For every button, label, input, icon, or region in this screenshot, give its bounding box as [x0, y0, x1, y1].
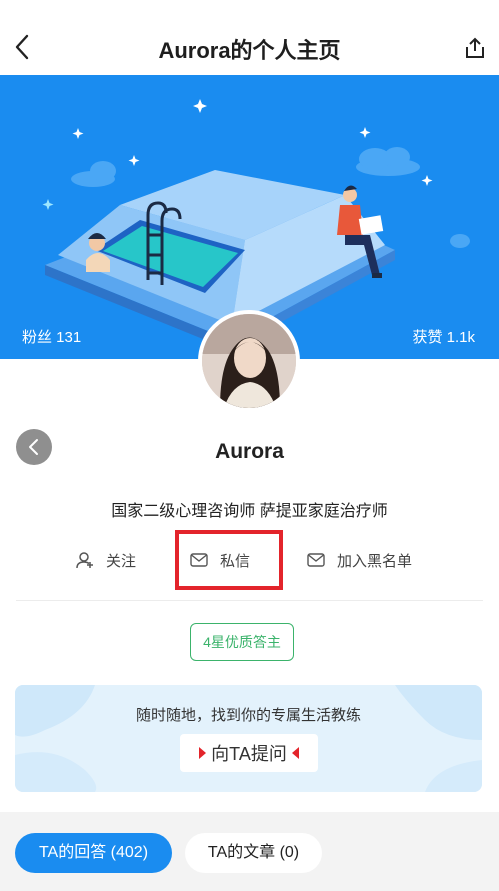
tab-answers[interactable]: TA的回答 (402): [15, 833, 172, 873]
likes-count: 获赞 1.1k: [412, 329, 475, 346]
promo-card: 随时随地，找到你的专属生活教练 向TA提问: [15, 685, 482, 792]
triangle-right-icon: [199, 747, 207, 759]
triangle-left-icon: [291, 747, 299, 759]
add-user-icon: [76, 552, 93, 569]
highlight-box: [175, 530, 283, 590]
divider: [16, 600, 483, 601]
profile-name: Aurora: [215, 440, 284, 463]
page-title: Aurora的个人主页: [158, 38, 341, 63]
top-bar: Aurora的个人主页: [0, 0, 499, 75]
tab-articles[interactable]: TA的文章 (0): [185, 833, 322, 873]
blacklist-label: 加入黑名单: [337, 552, 413, 570]
promo-text: 随时随地，找到你的专属生活教练: [135, 707, 361, 724]
follow-button[interactable]: 关注: [76, 548, 136, 572]
profile-bio: 国家二级心理咨询师 萨提亚家庭治疗师: [111, 503, 388, 520]
mail-icon: [307, 553, 325, 567]
share-icon[interactable]: [463, 36, 487, 60]
ask-label: 向TA提问: [211, 744, 287, 764]
ask-question-button[interactable]: 向TA提问: [180, 734, 318, 772]
avatar[interactable]: [198, 310, 300, 412]
follow-label: 关注: [106, 552, 137, 570]
content-tabs: TA的回答 (402) TA的文章 (0): [0, 812, 499, 891]
blacklist-button[interactable]: 加入黑名单: [307, 548, 412, 572]
status-badge: 4星优质答主: [190, 623, 294, 661]
fans-count[interactable]: 粉丝 131: [22, 326, 81, 347]
